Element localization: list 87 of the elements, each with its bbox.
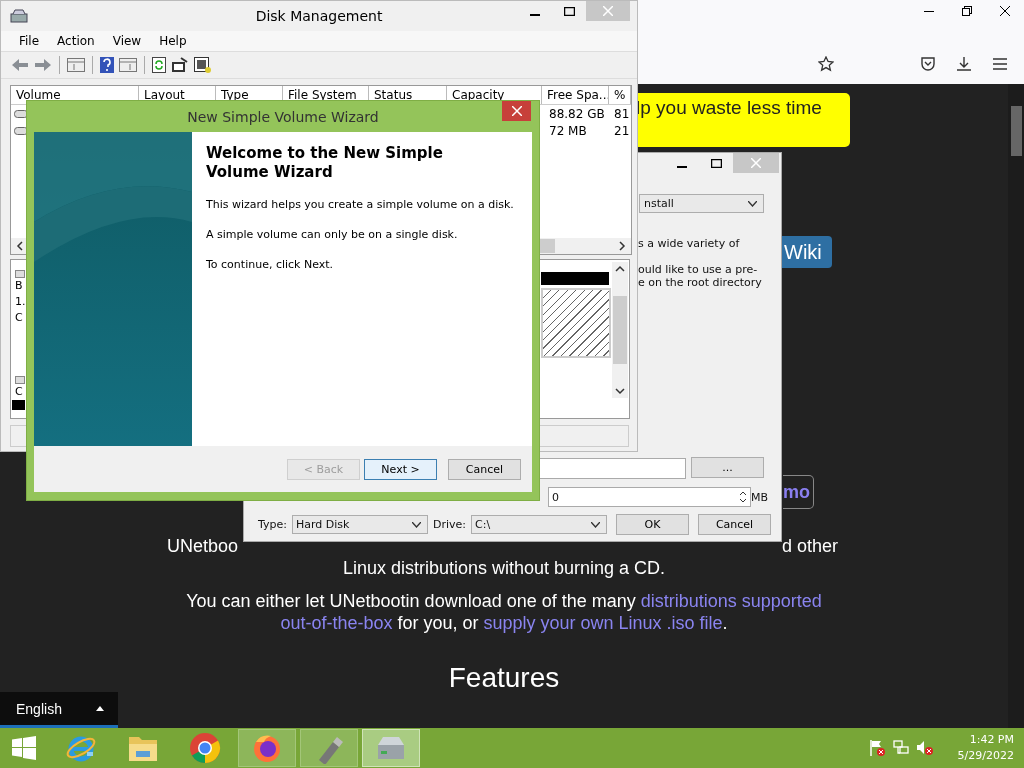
scrollbar[interactable]	[1008, 84, 1024, 728]
drive-dropdown[interactable]: C:\	[471, 515, 608, 534]
ok-button[interactable]: OK	[616, 514, 690, 535]
spinner-icon[interactable]	[738, 489, 748, 505]
scrollbar-thumb[interactable]	[1011, 106, 1022, 156]
menu-icon[interactable]	[992, 57, 1008, 71]
cancel-button[interactable]: Cancel	[698, 514, 772, 535]
chevron-right-icon[interactable]	[618, 241, 626, 251]
restore-icon	[962, 6, 972, 16]
disk-drive-icon	[10, 8, 28, 24]
chevron-icon	[748, 200, 757, 207]
chevron-down-icon[interactable]	[615, 387, 625, 395]
table-cell: 72 MB	[549, 124, 587, 138]
partition-block	[541, 288, 611, 358]
disk-label: B	[15, 278, 24, 294]
chevron-icon	[591, 521, 601, 528]
back-icon[interactable]	[11, 58, 29, 72]
disk-label: C	[15, 384, 24, 400]
panel-icon[interactable]	[67, 58, 85, 72]
refresh-icon[interactable]	[152, 57, 166, 73]
intro-text: UNetboo	[167, 536, 239, 557]
maximize-icon	[710, 158, 722, 168]
properties-icon[interactable]	[171, 57, 189, 73]
next-button[interactable]: Next >	[364, 458, 437, 480]
help-icon[interactable]	[100, 57, 114, 73]
column-header[interactable]: %	[609, 86, 631, 104]
language-bar[interactable]: English	[0, 692, 118, 728]
disk-label: 1.	[15, 294, 26, 310]
menu-item[interactable]: File	[19, 34, 40, 48]
type-dropdown[interactable]: Hard Disk	[292, 515, 428, 534]
intro-text: Linux distributions without burning a CD.	[341, 558, 667, 579]
table-cell: 81	[614, 107, 630, 121]
browse-button[interactable]: ...	[691, 457, 764, 478]
pocket-icon[interactable]	[920, 56, 936, 72]
flag-icon[interactable]	[867, 739, 886, 757]
close-icon	[751, 158, 761, 168]
panel-icon[interactable]	[119, 58, 137, 72]
download-icon[interactable]	[956, 56, 972, 72]
link[interactable]: supply your own Linux .iso file	[483, 613, 723, 633]
description-text: ould like to use a pre-	[638, 263, 758, 276]
window-title: Disk Management	[255, 8, 383, 24]
wizard-text: This wizard helps you create a simple volume on a disk.	[206, 198, 514, 211]
description-text: e on the root directory	[638, 276, 762, 289]
chevron-up-icon[interactable]	[615, 265, 625, 273]
menu-item[interactable]: Action	[57, 34, 95, 48]
description-text: s a wide variety of	[638, 237, 740, 250]
taskbar-button[interactable]	[238, 729, 296, 767]
windows-logo-icon	[12, 736, 36, 760]
speaker-mute-icon[interactable]	[915, 739, 934, 757]
scrollbar[interactable]	[612, 262, 628, 398]
minimize-icon	[677, 166, 687, 168]
legend-swatch	[12, 400, 25, 410]
partition-bar	[541, 272, 609, 285]
drive-label: Drive:	[433, 518, 467, 531]
wizard-text: A simple volume can only be on a single disk.	[206, 228, 459, 241]
menu-item[interactable]: View	[112, 34, 142, 48]
star-icon[interactable]	[818, 56, 834, 72]
caret-icon	[96, 706, 104, 711]
network-icon[interactable]	[891, 739, 910, 757]
wizard-text: To continue, click Next.	[206, 258, 335, 271]
circle-logo-icon	[189, 732, 221, 764]
close-icon	[1000, 6, 1010, 16]
window-title: New Simple Volume Wizard	[187, 108, 379, 125]
type-label: Type:	[258, 518, 287, 531]
minimize-icon	[530, 14, 540, 16]
link[interactable]: distributions supported	[640, 591, 822, 611]
intro-paragraph: You can either let UNetbootin download one of the many distributions supported out-of-the-box for you, or supply your own Linux .iso file.	[185, 590, 823, 634]
scrollbar-thumb[interactable]	[613, 296, 627, 364]
close-icon	[603, 6, 613, 16]
chevron-left-icon[interactable]	[16, 241, 24, 251]
section-heading: Features	[447, 662, 561, 694]
settings-icon[interactable]	[194, 57, 212, 73]
chevron-icon	[412, 521, 421, 528]
wizard-heading: Welcome to the New Simple Volume Wizard	[206, 144, 444, 182]
maximize-icon	[563, 6, 575, 16]
menu-item[interactable]: Help	[159, 34, 187, 48]
disk-label: C	[15, 310, 24, 326]
cancel-button[interactable]: Cancel	[448, 458, 521, 480]
close-icon	[511, 106, 522, 116]
space-field[interactable]: 0	[548, 487, 751, 507]
demo-button[interactable]: mo	[783, 475, 814, 509]
link[interactable]: out-of-the-box	[280, 613, 393, 633]
forward-icon[interactable]	[34, 58, 52, 72]
unit-label: MB	[751, 491, 769, 504]
table-cell: 21	[614, 124, 630, 138]
distribution-dropdown[interactable]: nstall	[639, 194, 764, 213]
intro-text: d other	[782, 536, 839, 557]
